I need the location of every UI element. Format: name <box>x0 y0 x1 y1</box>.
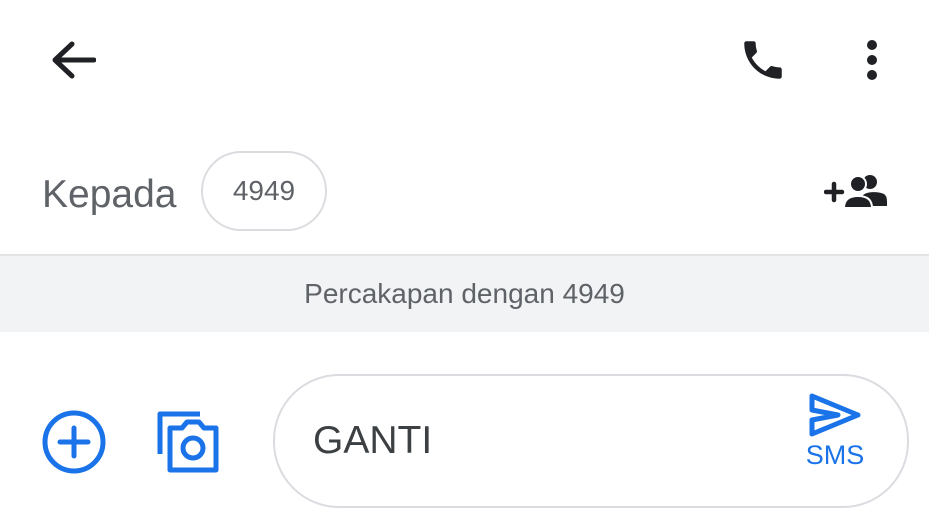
group-add-icon <box>824 175 887 209</box>
call-button[interactable] <box>728 28 798 92</box>
arrow-left-icon <box>52 41 96 79</box>
recipient-row: Kepada 4949 <box>0 140 929 252</box>
add-circle-icon <box>42 410 106 474</box>
message-compose-screen: Kepada 4949 Percakapan dengan 4949 GANTI… <box>0 0 929 520</box>
send-sms-button[interactable]: SMS <box>789 392 881 492</box>
phone-icon <box>744 41 782 79</box>
more-vert-icon <box>867 40 877 80</box>
to-label: Kepada <box>42 173 177 216</box>
compose-bar: SMS <box>0 332 929 520</box>
more-options-button[interactable] <box>846 28 898 92</box>
recipient-chip[interactable]: 4949 <box>201 151 327 231</box>
send-label: SMS <box>805 440 865 470</box>
back-button[interactable] <box>38 30 108 90</box>
message-compose-field[interactable]: SMS <box>273 374 909 508</box>
conversation-banner-text: Percakapan dengan 4949 <box>304 278 625 309</box>
add-recipient-button[interactable] <box>816 160 896 224</box>
send-icon <box>809 393 861 437</box>
recipient-chip-label: 4949 <box>232 175 296 206</box>
message-input[interactable] <box>313 412 753 470</box>
conversation-banner: Percakapan dengan 4949 <box>0 256 929 332</box>
camera-gallery-icon <box>157 411 219 473</box>
camera-gallery-button[interactable] <box>152 404 226 478</box>
top-app-bar <box>0 0 929 120</box>
add-attachment-button[interactable] <box>38 406 110 478</box>
